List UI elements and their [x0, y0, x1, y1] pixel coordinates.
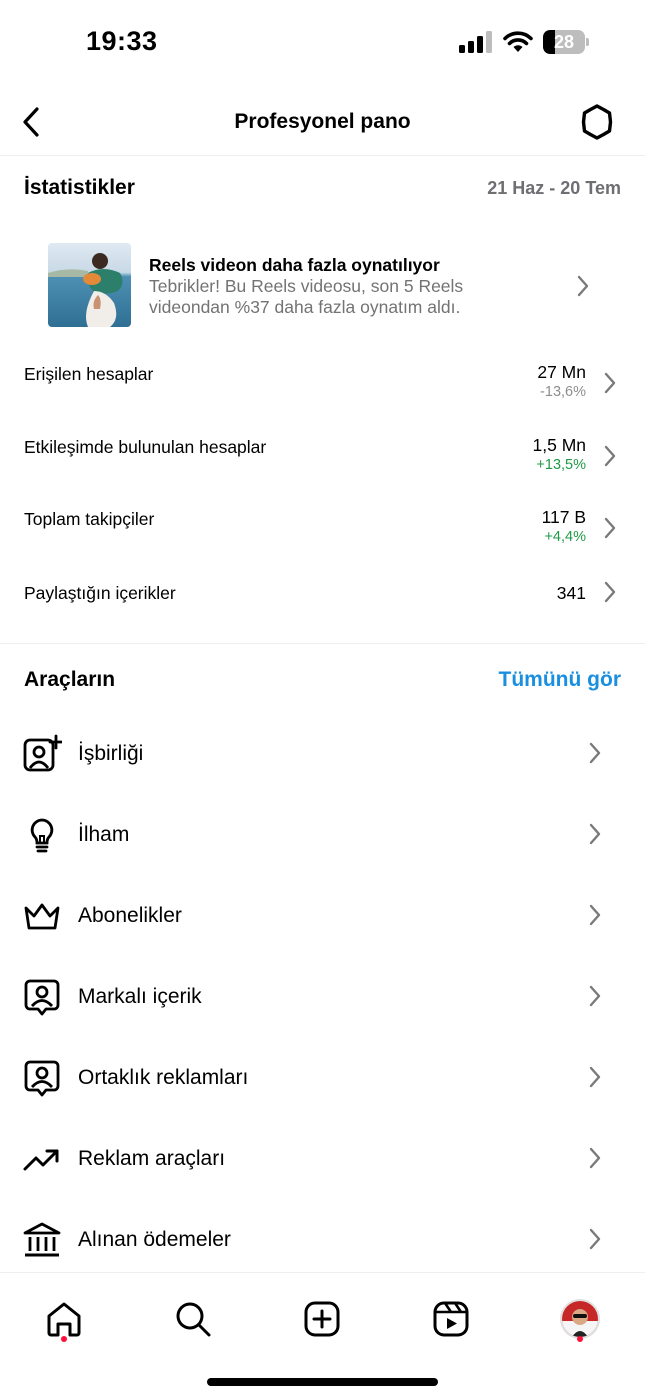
search-icon: [176, 1302, 211, 1337]
reels-highlight-title: Reels videon daha fazla oynatılıyor: [149, 255, 440, 275]
battery-icon: 28: [543, 30, 589, 54]
chevron-right-icon: [589, 823, 601, 845]
section-divider: [0, 643, 645, 644]
reels-highlight-description: Tebrikler! Bu Reels videosu, son 5 Reels…: [149, 276, 464, 317]
chevron-right-icon: [604, 445, 616, 467]
create-icon: [304, 1301, 340, 1337]
tool-item-inspiration[interactable]: İlham: [0, 805, 645, 865]
statistics-header: İstatistikler 21 Haz - 20 Tem: [24, 176, 621, 200]
tool-item-partnership-ads[interactable]: Ortaklık reklamları: [0, 1048, 645, 1108]
tools-title: Araçların: [24, 668, 116, 691]
tab-reels[interactable]: [421, 1289, 481, 1349]
stat-value: 341: [556, 583, 586, 603]
stat-value: 117 B: [541, 507, 586, 527]
home-notification-dot: [61, 1336, 67, 1342]
bank-icon: [22, 1220, 62, 1260]
chevron-right-icon: [604, 372, 616, 394]
chevron-right-icon: [589, 742, 601, 764]
partnership-ads-icon: [22, 1058, 62, 1098]
battery-level: 28: [553, 32, 575, 52]
stat-value: 27 Mn: [537, 362, 586, 382]
stat-row-engaged-accounts[interactable]: Etkileşimde bulunulan hesaplar 1,5 Mn +1…: [24, 435, 621, 487]
wifi-icon: [503, 31, 533, 52]
date-range[interactable]: 21 Haz - 20 Tem: [487, 178, 621, 199]
stat-row-total-followers[interactable]: Toplam takipçiler 117 B +4,4%: [24, 507, 621, 559]
tool-label: Ortaklık reklamları: [78, 1066, 249, 1089]
home-indicator: [207, 1378, 438, 1386]
home-icon: [47, 1302, 81, 1337]
tool-item-ad-tools[interactable]: Reklam araçları: [0, 1129, 645, 1189]
reels-thumbnail: [48, 243, 131, 327]
add-collaborator-icon: [22, 734, 62, 774]
crown-icon: [22, 896, 62, 936]
lightbulb-icon: [22, 815, 62, 855]
branded-content-icon: [22, 977, 62, 1017]
statistics-title: İstatistikler: [24, 176, 135, 199]
page-title: Profesyonel pano: [234, 110, 411, 133]
tool-label: Abonelikler: [78, 904, 182, 927]
stat-row-shared-content[interactable]: Paylaştığın içerikler 341: [24, 581, 621, 633]
cellular-signal-icon: [459, 31, 492, 53]
stat-label: Erişilen hesaplar: [24, 364, 154, 384]
tool-label: İşbirliği: [78, 742, 144, 765]
stat-change: +13,5%: [536, 457, 586, 473]
chevron-right-icon: [589, 1147, 601, 1169]
profile-notification-dot: [577, 1336, 583, 1342]
trending-up-icon: [22, 1139, 62, 1179]
stat-label: Toplam takipçiler: [24, 509, 155, 529]
stat-label: Etkileşimde bulunulan hesaplar: [24, 437, 267, 457]
tab-create[interactable]: [292, 1289, 352, 1349]
settings-gear-icon: [581, 104, 613, 140]
tool-label: Alınan ödemeler: [78, 1228, 231, 1251]
tab-search[interactable]: [163, 1289, 223, 1349]
chevron-right-icon: [589, 1228, 601, 1250]
tool-item-branded-content[interactable]: Markalı içerik: [0, 967, 645, 1027]
stat-label: Paylaştığın içerikler: [24, 583, 176, 603]
stat-change: +4,4%: [544, 529, 586, 545]
status-time: 19:33: [86, 26, 158, 56]
chevron-right-icon: [604, 517, 616, 539]
stat-row-reached-accounts[interactable]: Erişilen hesaplar 27 Mn -13,6%: [24, 362, 621, 414]
see-all-link[interactable]: Tümünü gör: [499, 668, 621, 692]
stat-change: -13,6%: [540, 384, 586, 400]
reels-icon: [433, 1301, 469, 1337]
profile-avatar: [560, 1299, 600, 1339]
tools-header: Araçların Tümünü gör: [24, 668, 621, 692]
tool-item-payouts[interactable]: Alınan ödemeler: [0, 1210, 645, 1270]
chevron-right-icon: [589, 1066, 601, 1088]
tool-label: İlham: [78, 823, 130, 846]
settings-button[interactable]: [577, 102, 617, 142]
chevron-right-icon: [577, 275, 589, 297]
chevron-right-icon: [589, 904, 601, 926]
tool-label: Reklam araçları: [78, 1147, 226, 1170]
chevron-right-icon: [604, 581, 616, 603]
nav-header: Profesyonel pano: [0, 90, 645, 156]
status-icons: 28: [459, 30, 589, 54]
tool-item-subscriptions[interactable]: Abonelikler: [0, 886, 645, 946]
chevron-right-icon: [589, 985, 601, 1007]
status-bar: 19:33 28: [0, 0, 645, 80]
tool-item-collaboration[interactable]: İşbirliği: [0, 724, 645, 784]
reels-highlight-card[interactable]: Reels videon daha fazla oynatılıyor Tebr…: [48, 243, 608, 327]
stat-value: 1,5 Mn: [532, 435, 587, 455]
tool-label: Markalı içerik: [78, 985, 202, 1008]
